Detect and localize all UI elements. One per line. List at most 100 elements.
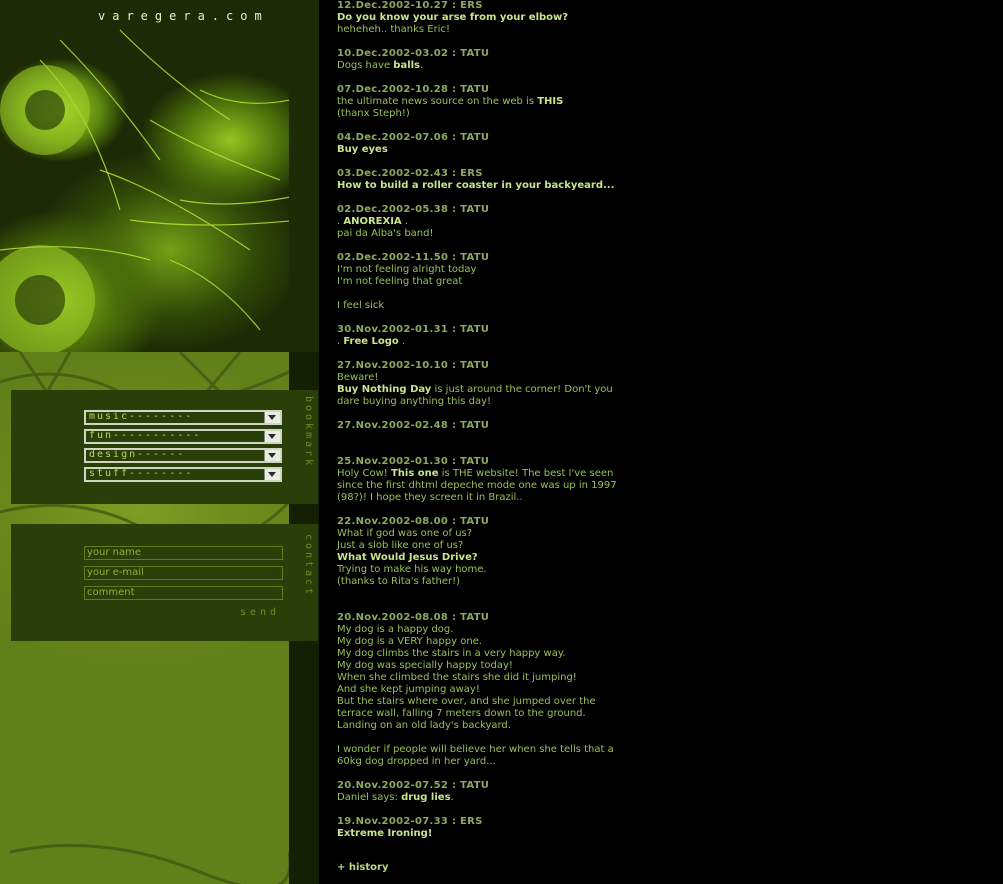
news-text: What if god was one of us? [337, 528, 473, 539]
news-date: 30.Nov.2002-01.31 : TATU [337, 324, 490, 335]
news-link[interactable]: What Would Jesus Drive? [337, 552, 478, 563]
chevron-down-icon[interactable] [264, 469, 280, 480]
news-link[interactable]: This one [391, 468, 439, 479]
news-line: My dog climbs the stairs in a very happy… [337, 648, 657, 660]
news-link[interactable]: Extreme Ironing! [337, 828, 432, 839]
news-entry: 04.Dec.2002-07.06 : TATU Buy eyes [337, 132, 657, 156]
news-text: the ultimate news source on the web is [337, 96, 538, 107]
news-text: since the first dhtml depeche mode one w… [337, 480, 617, 491]
news-text: is THE website! The best I've seen [438, 468, 614, 479]
news-line: How to build a roller coaster in your ba… [337, 180, 657, 192]
news-text: My dog climbs the stairs in a very happy… [337, 648, 566, 659]
news-line: Do you know your arse from your elbow? [337, 12, 657, 24]
news-link[interactable]: Buy eyes [337, 144, 388, 155]
news-text: Dogs have [337, 60, 394, 71]
comment-field[interactable]: comment [84, 586, 283, 600]
news-line: My dog is a happy dog. [337, 624, 657, 636]
news-line [337, 288, 657, 300]
news-entry: 02.Dec.2002-11.50 : TATU I'm not feeling … [337, 252, 657, 312]
news-line: (98?)! I hope they screen it in Brazil.. [337, 492, 657, 504]
news-text: I'm not feeling that great [337, 276, 463, 287]
news-entry: 20.Nov.2002-08.08 : TATU My dog is a happ… [337, 612, 657, 768]
fun-dropdown[interactable]: fun----------- [84, 429, 282, 444]
chevron-down-icon[interactable] [264, 431, 280, 442]
news-line: the ultimate news source on the web is T… [337, 96, 657, 108]
news-link[interactable]: Do you know your arse from your elbow? [337, 12, 568, 23]
news-line: terrace wall, falling 7 meters down to t… [337, 708, 657, 720]
news-entry: 07.Dec.2002-10.28 : TATU the ultimate new… [337, 84, 657, 120]
news-text: And she kept jumping away! [337, 684, 480, 695]
news-text: I wonder if people will believe her when… [337, 744, 614, 755]
news-date: 25.Nov.2002-01.30 : TATU [337, 456, 490, 467]
history-link[interactable]: + history [337, 862, 388, 873]
news-link[interactable]: balls [393, 60, 420, 71]
news-entry: 10.Dec.2002-03.02 : TATU Dogs have balls. [337, 48, 657, 72]
news-link[interactable]: Buy Nothing Day [337, 384, 431, 395]
news-line: My dog is a VERY happy one. [337, 636, 657, 648]
news-date: 04.Dec.2002-07.06 : TATU [337, 132, 490, 143]
news-line: When she climbed the stairs she did it j… [337, 672, 657, 684]
news-text: When she climbed the stairs she did it j… [337, 672, 577, 683]
news-link[interactable]: How to build a roller coaster in your ba… [337, 180, 614, 191]
news-text: is just around the corner! Don't you [431, 384, 613, 395]
news-entry: 27.Nov.2002-02.48 : TATU [337, 420, 657, 432]
news-text: My dog is a happy dog. [337, 624, 454, 635]
design-dropdown[interactable]: design------ [84, 448, 282, 463]
news-date: 02.Dec.2002-11.50 : TATU [337, 252, 490, 263]
news-line: Landing on an old lady's backyard. [337, 720, 657, 732]
news-date: 19.Nov.2002-07.33 : ERS [337, 816, 483, 827]
stuff-dropdown[interactable]: stuff-------- [84, 467, 282, 482]
name-field[interactable]: your name [84, 546, 283, 560]
news-line: Daniel says: drug lies. [337, 792, 657, 804]
news-line: My dog was specially happy today! [337, 660, 657, 672]
bookmark-label: bookmark [303, 396, 314, 469]
news-line: . ANOREXIA . [337, 216, 657, 228]
news-line: since the first dhtml depeche mode one w… [337, 480, 657, 492]
news-line: I'm not feeling that great [337, 276, 657, 288]
site-logo[interactable]: varegera.com [98, 9, 269, 23]
hero-strip [289, 0, 319, 352]
news-line: Buy eyes [337, 144, 657, 156]
news-text: Just a slob like one of us? [337, 540, 464, 551]
news-line: (thanx Steph!) [337, 108, 657, 120]
news-link[interactable]: ANOREXIA [343, 216, 401, 227]
bookmark-panel: music-------- fun----------- design-----… [11, 390, 318, 504]
news-date: 20.Nov.2002-08.08 : TATU [337, 612, 490, 623]
news-line: (thanks to Rita's father!) [337, 576, 657, 588]
news-line: . Free Logo . [337, 336, 657, 348]
send-button[interactable]: send [240, 607, 280, 618]
news-entry: 27.Nov.2002-10.10 : TATU Beware! Buy Nothi… [337, 360, 657, 408]
dropdown-label: fun----------- [89, 430, 202, 441]
music-dropdown[interactable]: music-------- [84, 410, 282, 425]
news-date: 27.Nov.2002-10.10 : TATU [337, 360, 490, 371]
news-text: Daniel says: [337, 792, 402, 803]
news-entry: 20.Nov.2002-07.52 : TATU Daniel says: dru… [337, 780, 657, 804]
news-date: 22.Nov.2002-08.00 : TATU [337, 516, 490, 527]
news-line: I feel sick [337, 300, 657, 312]
news-line: But the stairs where over, and she jumpe… [337, 696, 657, 708]
dropdown-label: music-------- [89, 411, 194, 422]
news-date: 02.Dec.2002-05.38 : TATU [337, 204, 490, 215]
news-line: Buy Nothing Day is just around the corne… [337, 384, 657, 396]
news-text: (thanx Steph!) [337, 108, 410, 119]
news-line: Just a slob like one of us? [337, 540, 657, 552]
dropdown-label: stuff-------- [89, 468, 194, 479]
news-text: Holy Cow! [337, 468, 391, 479]
news-entry: 19.Nov.2002-07.33 : ERS Extreme Ironing! [337, 816, 657, 840]
news-link[interactable]: THIS [537, 96, 563, 107]
news-text: (98?)! I hope they screen it in Brazil.. [337, 492, 523, 503]
news-text: 60kg dog dropped in her yard... [337, 756, 496, 767]
chevron-down-icon[interactable] [264, 412, 280, 423]
news-text: Landing on an old lady's backyard. [337, 720, 511, 731]
news-link[interactable]: drug lies [401, 792, 450, 803]
news-date: 03.Dec.2002-02.43 : ERS [337, 168, 483, 179]
news-link[interactable]: Free Logo [343, 336, 398, 347]
news-entry: 22.Nov.2002-08.00 : TATU What if god was … [337, 516, 657, 588]
news-text: But the stairs where over, and she jumpe… [337, 696, 596, 707]
news-line: 60kg dog dropped in her yard... [337, 756, 657, 768]
email-field[interactable]: your e-mail [84, 566, 283, 580]
chevron-down-icon[interactable] [264, 450, 280, 461]
news-entry: 12.Dec.2002-10.27 : ERS Do you know your … [337, 0, 657, 36]
news-text: (thanks to Rita's father!) [337, 576, 461, 587]
news-text: . [450, 792, 454, 803]
